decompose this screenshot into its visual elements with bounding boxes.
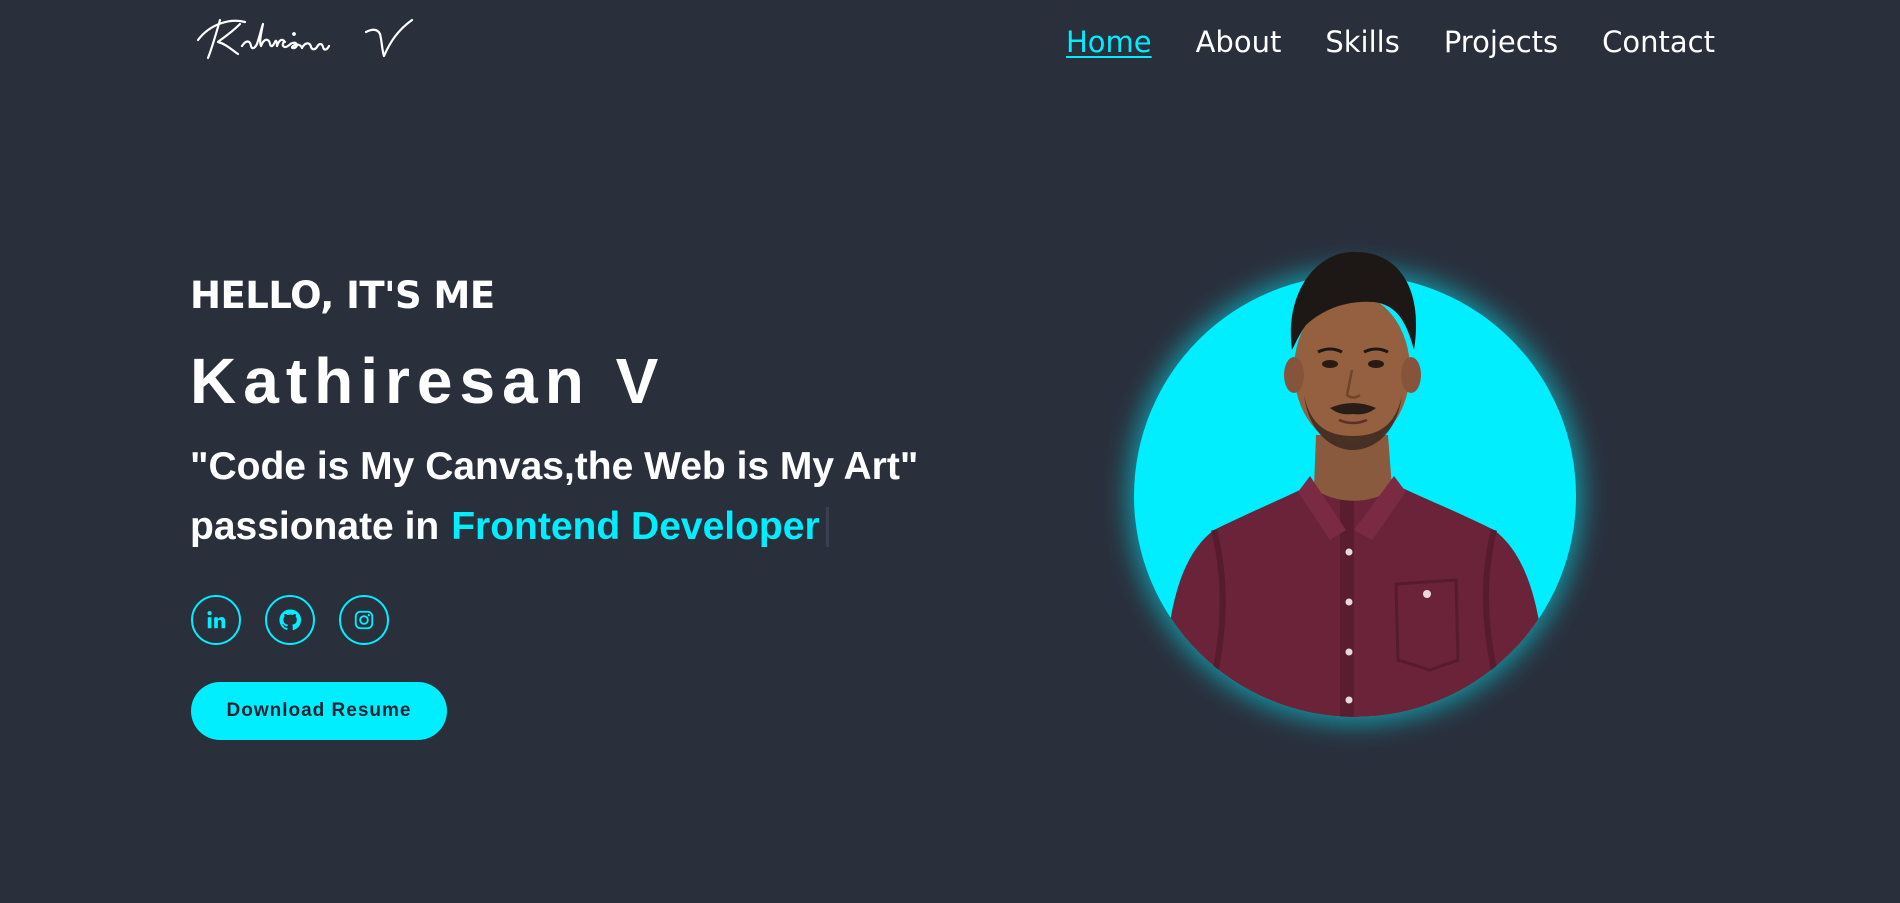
passion-role: Frontend Developer (451, 505, 820, 548)
passion-prefix: passionate in (190, 505, 440, 548)
typing-caret (825, 507, 829, 547)
nav-link-contact[interactable]: Contact (1602, 22, 1715, 62)
hero-quote: "Code is My Canvas,the Web is My Art" (190, 445, 919, 488)
logo-signature[interactable] (190, 12, 415, 62)
page: Home About Skills Projects Contact HELLO… (0, 0, 1900, 903)
linkedin-link[interactable] (191, 595, 241, 645)
nav-link-projects[interactable]: Projects (1444, 22, 1558, 62)
nav-link-about[interactable]: About (1196, 22, 1282, 62)
profile-photo (1164, 251, 1546, 717)
instagram-icon (354, 610, 374, 630)
linkedin-icon (207, 611, 226, 629)
hero-name: Kathiresan V (190, 345, 666, 417)
hero-passion: passionate in Frontend Developer (190, 502, 990, 552)
main-nav: Home About Skills Projects Contact (1066, 22, 1715, 62)
download-resume-button[interactable]: Download Resume (191, 682, 447, 740)
hero-text: HELLO, IT'S ME Kathiresan V "Code is My … (190, 268, 990, 552)
nav-link-skills[interactable]: Skills (1325, 22, 1399, 62)
nav-link-home[interactable]: Home (1066, 22, 1152, 62)
instagram-link[interactable] (339, 595, 389, 645)
github-link[interactable] (265, 595, 315, 645)
greeting: HELLO, IT'S ME (190, 274, 495, 317)
social-links (191, 595, 389, 645)
github-icon (279, 609, 302, 631)
